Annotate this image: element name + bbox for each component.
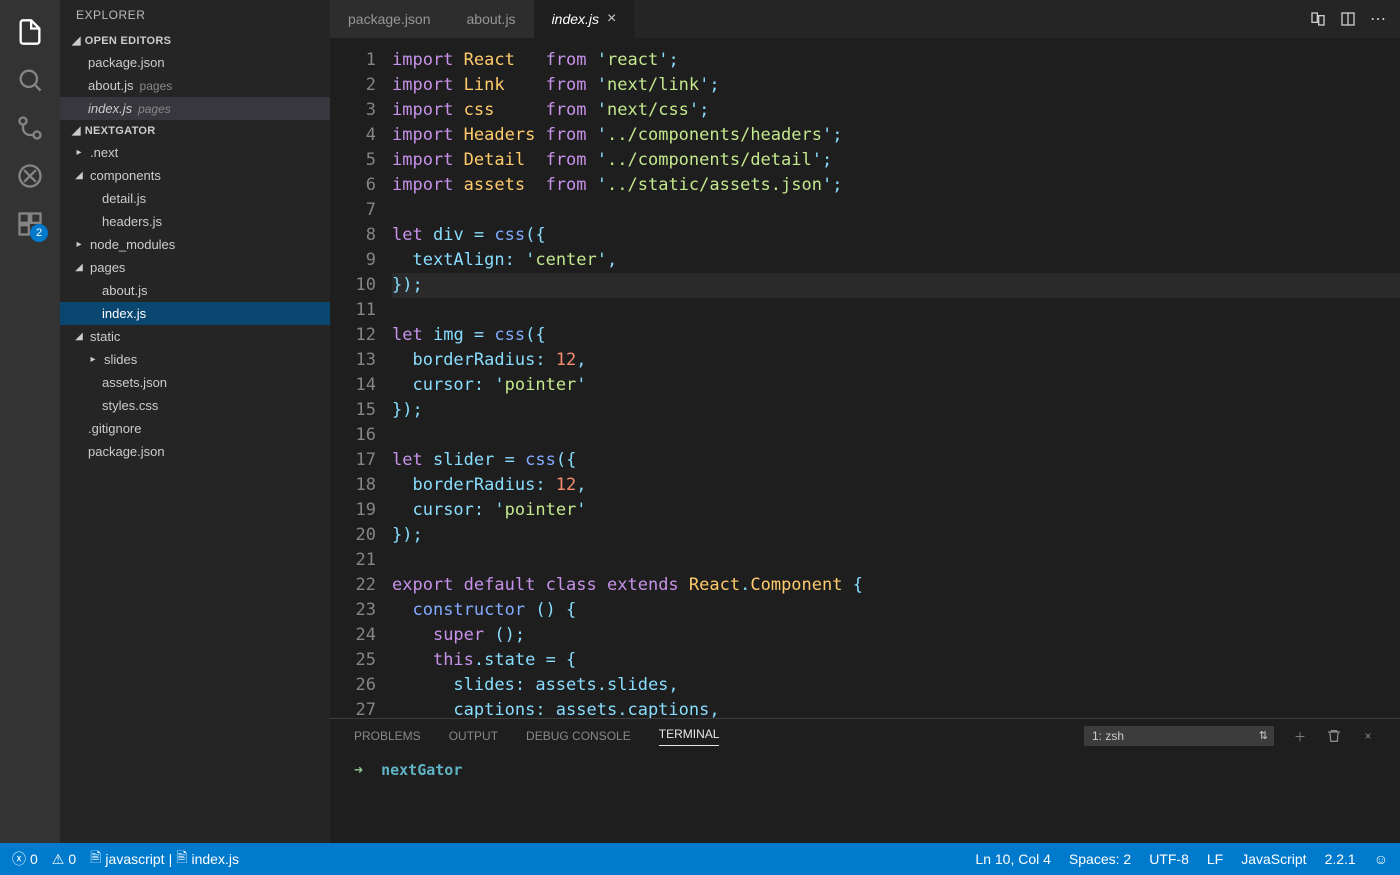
editor-area: package.json about.js index.js× ⋯ 123456… — [330, 0, 1400, 843]
file-styles-css[interactable]: styles.css — [60, 394, 330, 417]
tab-bar: package.json about.js index.js× ⋯ — [330, 0, 1400, 38]
warning-icon: ⚠ — [52, 851, 65, 868]
split-icon[interactable] — [1340, 11, 1356, 27]
status-eol[interactable]: LF — [1207, 851, 1223, 867]
panel-tab-problems[interactable]: PROBLEMS — [354, 729, 421, 743]
folder-next[interactable]: ▸.next — [60, 141, 330, 164]
file-assets-json[interactable]: assets.json — [60, 371, 330, 394]
panel-tab-terminal[interactable]: TERMINAL — [659, 727, 720, 746]
open-editors-header[interactable]: ◢OPEN EDITORS — [60, 30, 330, 51]
extensions-badge: 2 — [30, 224, 48, 242]
chevron-down-icon: ◢ — [74, 331, 84, 342]
kill-terminal-icon[interactable] — [1326, 728, 1342, 744]
sidebar: EXPLORER ◢OPEN EDITORS package.json abou… — [60, 0, 330, 843]
status-version[interactable]: 2.2.1 — [1325, 851, 1356, 867]
close-panel-icon[interactable]: × — [1360, 728, 1376, 744]
compare-icon[interactable] — [1310, 11, 1326, 27]
status-warnings[interactable]: ⚠0 — [52, 851, 76, 868]
status-encoding[interactable]: UTF-8 — [1149, 851, 1189, 867]
prompt-arrow: ➜ — [354, 761, 363, 779]
new-terminal-icon[interactable]: ＋ — [1292, 728, 1308, 744]
terminal[interactable]: ➜ nextGator — [330, 753, 1400, 843]
status-scope[interactable]: 🖹javascript | 🖹index.js — [90, 847, 239, 871]
chevron-down-icon: ◢ — [72, 34, 81, 47]
chevron-right-icon: ▸ — [88, 354, 98, 365]
code-content[interactable]: import React from 'react';import Link fr… — [392, 38, 1400, 718]
error-icon: ⓧ — [12, 849, 26, 869]
extensions-icon[interactable]: 2 — [6, 200, 54, 248]
open-editor-item[interactable]: about.jspages — [60, 74, 330, 97]
project-header[interactable]: ◢NEXTGATOR — [60, 120, 330, 141]
file-icon: 🖹 — [90, 847, 101, 871]
chevron-down-icon: ◢ — [74, 262, 84, 273]
sidebar-title: EXPLORER — [60, 0, 330, 30]
file-headers-js[interactable]: headers.js — [60, 210, 330, 233]
file-package-json[interactable]: package.json — [60, 440, 330, 463]
folder-static[interactable]: ◢static — [60, 325, 330, 348]
terminal-cwd: nextGator — [381, 761, 462, 779]
terminal-select[interactable]: 1: zsh — [1084, 726, 1274, 746]
file-gitignore[interactable]: .gitignore — [60, 417, 330, 440]
code-editor[interactable]: 1234567891011121314151617181920212223242… — [330, 38, 1400, 718]
chevron-down-icon: ◢ — [72, 124, 81, 137]
tab-index-js[interactable]: index.js× — [534, 0, 635, 38]
status-language[interactable]: JavaScript — [1241, 851, 1306, 867]
bottom-panel: PROBLEMS OUTPUT DEBUG CONSOLE TERMINAL 1… — [330, 718, 1400, 843]
folder-node-modules[interactable]: ▸node_modules — [60, 233, 330, 256]
tab-package-json[interactable]: package.json — [330, 0, 449, 38]
activity-bar: 2 — [0, 0, 60, 843]
open-editor-item[interactable]: package.json — [60, 51, 330, 74]
source-control-icon[interactable] — [6, 104, 54, 152]
feedback-icon[interactable]: ☺ — [1374, 851, 1388, 867]
file-detail-js[interactable]: detail.js — [60, 187, 330, 210]
open-editor-item[interactable]: index.jspages — [60, 97, 330, 120]
file-icon: 🖹 — [176, 847, 187, 871]
more-icon[interactable]: ⋯ — [1370, 11, 1386, 27]
status-spaces[interactable]: Spaces: 2 — [1069, 851, 1131, 867]
line-gutter: 1234567891011121314151617181920212223242… — [330, 38, 392, 718]
folder-slides[interactable]: ▸slides — [60, 348, 330, 371]
search-icon[interactable] — [6, 56, 54, 104]
panel-tab-output[interactable]: OUTPUT — [449, 729, 498, 743]
status-bar: ⓧ0 ⚠0 🖹javascript | 🖹index.js Ln 10, Col… — [0, 843, 1400, 875]
tab-actions: ⋯ — [1296, 0, 1400, 38]
folder-pages[interactable]: ◢pages — [60, 256, 330, 279]
chevron-down-icon: ◢ — [74, 170, 84, 181]
file-index-js[interactable]: index.js — [60, 302, 330, 325]
chevron-right-icon: ▸ — [74, 147, 84, 158]
panel-tab-debug[interactable]: DEBUG CONSOLE — [526, 729, 631, 743]
file-about-js[interactable]: about.js — [60, 279, 330, 302]
close-icon[interactable]: × — [607, 10, 616, 28]
status-cursor[interactable]: Ln 10, Col 4 — [975, 851, 1051, 867]
tab-about-js[interactable]: about.js — [449, 0, 534, 38]
folder-components[interactable]: ◢components — [60, 164, 330, 187]
status-errors[interactable]: ⓧ0 — [12, 849, 38, 869]
chevron-right-icon: ▸ — [74, 239, 84, 250]
debug-icon[interactable] — [6, 152, 54, 200]
terminal-select-wrap: 1: zsh — [1084, 726, 1274, 746]
explorer-icon[interactable] — [6, 8, 54, 56]
